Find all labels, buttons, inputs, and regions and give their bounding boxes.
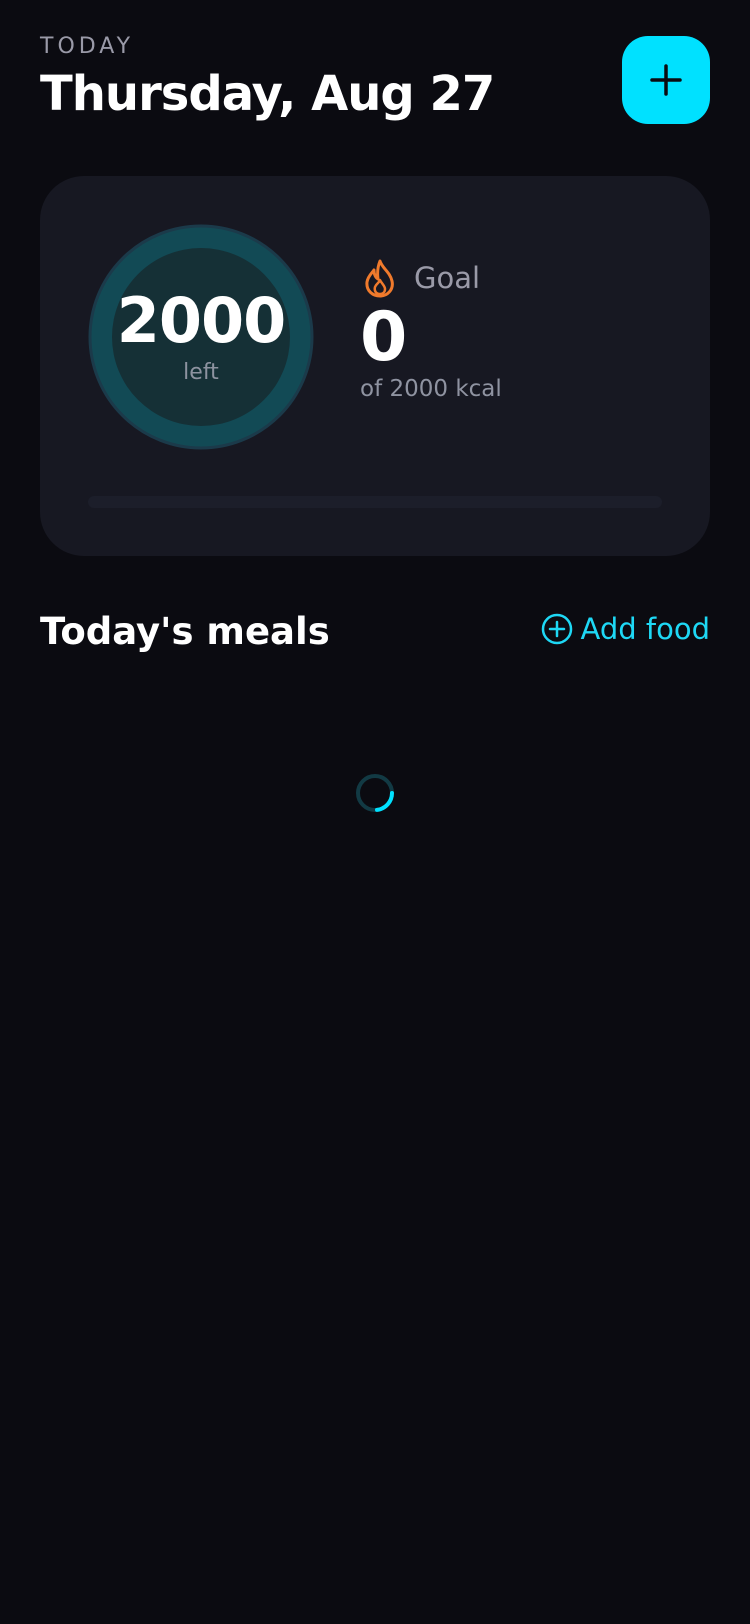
loading-spinner-icon [354,772,396,814]
today-screen: TODAY Thursday, Aug 27 2000 left Goal 0 … [0,0,750,1624]
calories-consumed-value: 0 [360,298,408,377]
goal-subtext: of 2000 kcal [360,376,502,402]
page-title: Thursday, Aug 27 [40,66,495,122]
calorie-summary-card: 2000 left Goal 0 of 2000 kcal [40,176,710,556]
calories-remaining-value: 2000 [116,284,287,357]
add-food-label: Add food [580,612,710,646]
goal-label: Goal [414,261,481,295]
date-overline: TODAY [40,34,135,59]
calories-remaining-label: left [183,360,219,385]
meals-section-title: Today's meals [40,610,330,653]
add-entry-button[interactable] [622,36,710,124]
plus-icon [650,64,682,96]
add-food-button[interactable]: Add food [541,612,710,646]
goal-block: Goal 0 of 2000 kcal [360,258,680,402]
flame-icon [360,258,400,298]
calories-remaining-ring: 2000 left [88,224,314,450]
calorie-progress-bar [88,496,662,508]
plus-circle-icon [541,613,573,645]
